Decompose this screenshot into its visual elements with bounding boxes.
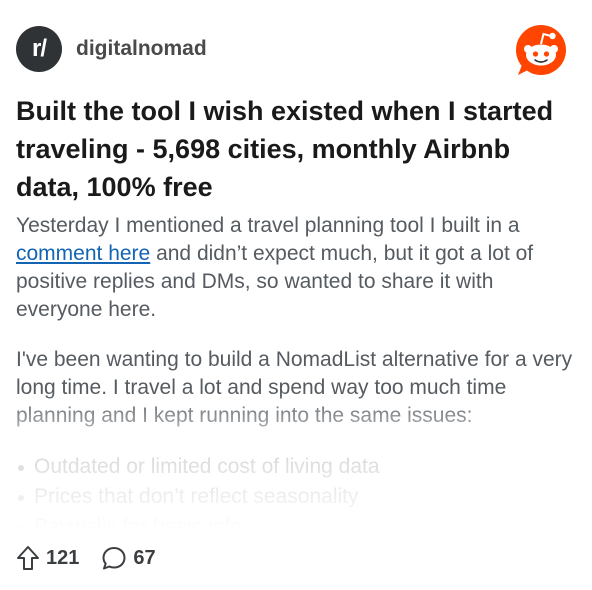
subreddit-icon[interactable]: r/ — [16, 26, 62, 72]
post-body: Yesterday I mentioned a travel planning … — [16, 212, 580, 530]
issue-list: Outdated or limited cost of living data … — [16, 452, 580, 530]
post-paragraph: Yesterday I mentioned a travel planning … — [16, 212, 580, 324]
post-card: r/ digitalnomad Built the tool I wish ex… — [0, 0, 592, 590]
reddit-snoo-icon[interactable] — [514, 25, 570, 77]
paragraph-text: Yesterday I mentioned a travel planning … — [16, 214, 520, 237]
post-header: r/ digitalnomad — [16, 25, 570, 75]
post-title[interactable]: Built the tool I wish existed when I sta… — [16, 92, 576, 206]
upvote-count: 121 — [46, 546, 80, 569]
comments-button[interactable]: 67 — [101, 545, 156, 571]
comment-link[interactable]: comment here — [16, 242, 150, 265]
comment-count: 67 — [133, 546, 156, 569]
post-actions: 121 67 — [16, 542, 178, 574]
comment-bubble-icon — [102, 547, 126, 570]
upvote-button[interactable]: 121 — [16, 545, 79, 571]
subreddit-name[interactable]: digitalnomad — [76, 37, 207, 61]
list-item: Outdated or limited cost of living data — [16, 452, 580, 482]
list-item: Prices that don’t reflect seasonality — [16, 482, 580, 512]
post-paragraph: I've been wanting to build a NomadList a… — [16, 348, 573, 427]
upvote-arrow-icon[interactable] — [16, 545, 40, 571]
list-item: Paywalls for basic info — [16, 512, 580, 530]
